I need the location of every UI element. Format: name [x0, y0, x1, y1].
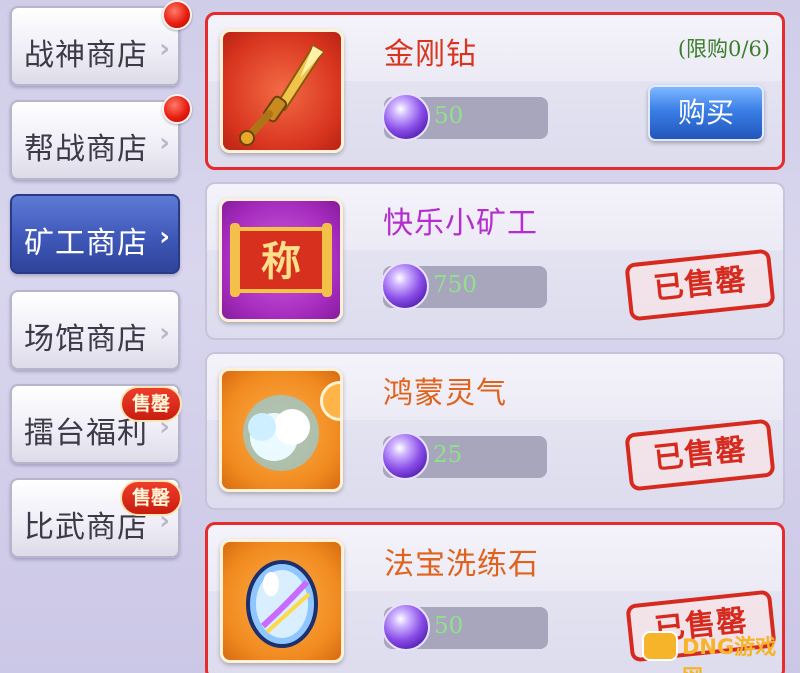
price-display: 25 — [381, 432, 547, 480]
sold-out-stamp: 已售罄 — [624, 418, 776, 492]
item-icon-frame[interactable] — [220, 539, 344, 663]
chevron-right-icon: › — [159, 222, 170, 252]
tab-arena-shop[interactable]: 场馆商店 › — [10, 290, 180, 370]
purple-gem-icon — [382, 93, 430, 141]
tab-label: 帮战商店 — [24, 132, 148, 167]
price-value: 25 — [433, 442, 463, 468]
price-value: 750 — [433, 272, 477, 298]
item-icon-frame[interactable] — [219, 368, 343, 492]
sold-out-badge: 售罄 — [120, 386, 182, 422]
chevron-right-icon: › — [159, 128, 170, 158]
tab-zhanshen-shop[interactable]: 战神商店 › — [10, 6, 180, 86]
site-watermark: DNG游戏网 — [642, 627, 790, 673]
shop-sidebar: 战神商店 › 帮战商店 › 矿工商店 › 场馆商店 › 擂台福利 › 售罄 比武… — [0, 0, 200, 673]
sold-out-stamp: 已售罄 — [624, 248, 776, 322]
purple-gem-icon — [382, 603, 430, 651]
refining-stone-icon — [246, 560, 318, 648]
item-name: 鸿蒙灵气 — [383, 376, 507, 411]
price-display: 50 — [382, 603, 548, 651]
shop-item-card: 鸿蒙灵气 25 已售罄 — [205, 352, 785, 510]
purple-gem-icon — [381, 262, 429, 310]
drill-icon — [239, 44, 325, 146]
tab-miner-shop[interactable]: 矿工商店 › — [10, 194, 180, 274]
watermark-text: DNG游戏网 — [682, 635, 777, 673]
gamepad-icon — [642, 631, 678, 661]
title-scroll-icon: 称 — [230, 223, 332, 297]
purple-gem-icon — [381, 432, 429, 480]
shop-item-card: 金刚钻 (限购0/6) 50 购买 — [205, 12, 785, 170]
tab-label: 场馆商店 — [24, 322, 148, 357]
price-value: 50 — [434, 103, 464, 129]
price-value: 50 — [434, 613, 464, 639]
purchase-limit: (限购0/6) — [677, 37, 770, 61]
aura-cloud-icon — [243, 395, 319, 471]
tab-label: 战神商店 — [24, 38, 148, 73]
item-name: 金刚钻 — [384, 37, 477, 72]
tab-label: 矿工商店 — [24, 226, 148, 261]
chevron-right-icon: › — [159, 34, 170, 64]
scroll-character: 称 — [261, 239, 301, 285]
tab-bangzhan-shop[interactable]: 帮战商店 › — [10, 100, 180, 180]
item-icon-frame[interactable] — [220, 29, 344, 153]
price-display: 50 — [382, 93, 548, 141]
item-icon-frame[interactable]: 称 — [219, 198, 343, 322]
chevron-right-icon: › — [159, 318, 170, 348]
sold-out-badge: 售罄 — [120, 480, 182, 516]
item-name: 法宝洗练石 — [384, 547, 539, 582]
notification-dot — [162, 0, 192, 30]
price-display: 750 — [381, 262, 547, 310]
notification-dot — [162, 94, 192, 124]
buy-button[interactable]: 购买 — [648, 85, 764, 141]
shop-item-card: 称 快乐小矿工 750 已售罄 — [205, 182, 785, 340]
item-name: 快乐小矿工 — [383, 206, 538, 241]
